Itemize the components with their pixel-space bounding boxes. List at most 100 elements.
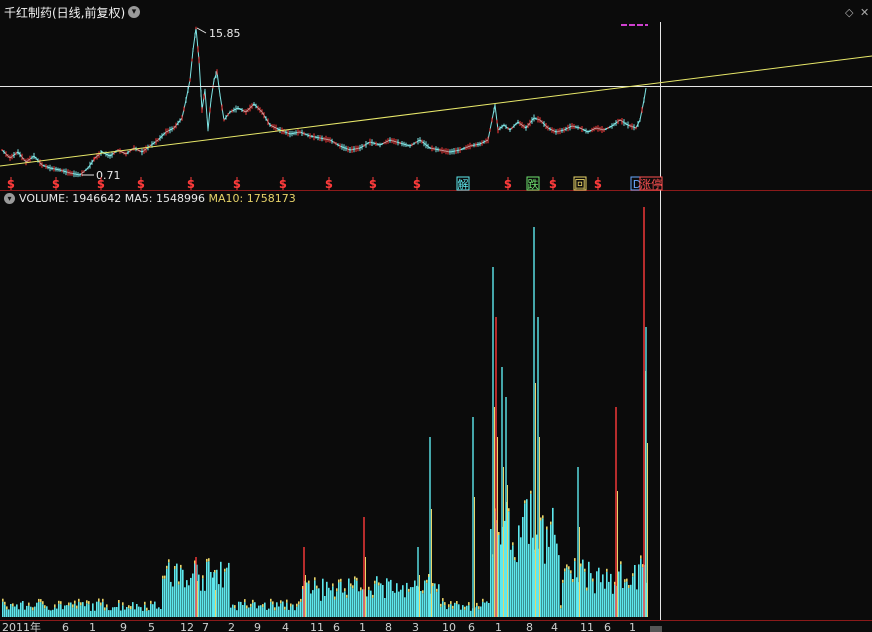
time-axis-label: 11 xyxy=(310,621,324,632)
volume-bar-top xyxy=(32,607,34,611)
volume-bar-top xyxy=(314,577,316,581)
volume-bar xyxy=(224,571,226,617)
volume-bar xyxy=(480,606,482,617)
volume-bar xyxy=(462,605,464,617)
volume-bar xyxy=(450,604,452,617)
volume-bar xyxy=(176,563,178,617)
volume-bar xyxy=(586,590,588,617)
volume-bar xyxy=(56,608,58,617)
volume-bar-top xyxy=(290,603,292,607)
volume-bar xyxy=(346,597,348,617)
volume-bar xyxy=(440,606,442,617)
volume-bar xyxy=(562,582,564,617)
time-axis-label: 4 xyxy=(551,621,558,632)
signal-box-label: 涨停 xyxy=(640,177,662,191)
volume-bar xyxy=(370,590,372,617)
volume-bar-top xyxy=(350,583,352,587)
volume-bar xyxy=(114,607,116,617)
volume-bar xyxy=(296,606,298,617)
volume-bar xyxy=(116,607,118,617)
volume-bar xyxy=(130,609,132,617)
volume-bar-top xyxy=(560,605,562,609)
time-axis-label: 1 xyxy=(495,621,502,632)
ma10-value: MA10: 1758173 xyxy=(208,192,296,205)
volume-bar xyxy=(518,525,520,617)
volume-bar-top xyxy=(44,605,46,609)
volume-bar xyxy=(454,602,456,617)
volume-bar xyxy=(206,561,208,617)
volume-bar xyxy=(160,609,162,617)
volume-bar xyxy=(510,549,512,617)
volume-bar xyxy=(4,604,6,617)
volume-bar-top xyxy=(332,583,334,587)
volume-bar xyxy=(486,601,488,617)
volume-bar xyxy=(530,493,532,617)
volume-bar xyxy=(624,582,626,617)
volume-bar xyxy=(588,561,590,617)
volume-bar xyxy=(8,609,10,617)
volume-bar xyxy=(120,610,122,617)
volume-bar-top xyxy=(566,564,568,568)
volume-bar xyxy=(392,591,394,617)
volume-bar xyxy=(146,610,148,617)
volume-bar xyxy=(376,576,378,617)
volume-bar xyxy=(584,571,586,617)
volume-bar xyxy=(230,607,232,617)
volume-bar-top xyxy=(426,579,428,583)
volume-bar xyxy=(594,593,596,617)
volume-bar-top xyxy=(450,601,452,605)
volume-bar xyxy=(628,588,630,617)
chevron-down-icon[interactable]: ▾ xyxy=(4,193,15,204)
volume-bar xyxy=(334,599,336,617)
volume-bar xyxy=(382,585,384,617)
volume-bar xyxy=(62,609,64,617)
volume-bar xyxy=(344,591,346,617)
volume-bar xyxy=(234,608,236,617)
volume-bar xyxy=(274,610,276,617)
volume-bar xyxy=(310,593,312,617)
volume-bar xyxy=(108,610,110,617)
volume-bar xyxy=(528,543,530,617)
kline-chart[interactable]: 15.850.71 SSSSSSSSSS解S跌S回SD涨停 2011年61951… xyxy=(0,0,872,632)
time-axis-label: 8 xyxy=(385,621,392,632)
volume-bar xyxy=(76,608,78,617)
volume-bar-top xyxy=(478,606,480,610)
volume-bar-top xyxy=(98,598,100,602)
volume-bar xyxy=(222,587,224,617)
volume-bar xyxy=(14,606,16,617)
volume-bar xyxy=(330,590,332,617)
volume-bar xyxy=(378,585,380,617)
volume-bar xyxy=(402,585,404,617)
time-axis-label: 12 xyxy=(180,621,194,632)
volume-bar xyxy=(314,580,316,617)
volume-bar xyxy=(190,577,192,617)
volume-bar-top xyxy=(514,557,516,561)
volume-bar xyxy=(238,601,240,617)
volume-bar xyxy=(246,608,248,617)
volume-bar xyxy=(12,606,14,617)
volume-bar xyxy=(162,578,164,617)
volume-bar xyxy=(548,546,550,617)
volume-bar xyxy=(144,604,146,617)
volume-bar xyxy=(490,529,492,617)
volume-bar xyxy=(258,605,260,617)
time-axis-label: 9 xyxy=(254,621,261,632)
volume-bar xyxy=(58,603,60,617)
volume-bar-top xyxy=(592,578,594,582)
volume-bar-top xyxy=(246,605,248,609)
volume-bar-top xyxy=(130,606,132,610)
volume-bar xyxy=(400,589,402,617)
volume-bar xyxy=(48,609,50,617)
volume-bar xyxy=(542,518,544,617)
volume-bar-top xyxy=(104,607,106,611)
volume-bar-top xyxy=(564,568,566,572)
volume-bar xyxy=(248,607,250,617)
volume-bar-top xyxy=(442,598,444,602)
volume-bar-top xyxy=(444,602,446,606)
volume-bar xyxy=(136,604,138,617)
volume-bar xyxy=(94,610,96,617)
volume-bar-top xyxy=(100,602,102,606)
volume-bar-top xyxy=(452,605,454,609)
time-axis-label: 11 xyxy=(580,621,594,632)
volume-bar xyxy=(446,609,448,617)
